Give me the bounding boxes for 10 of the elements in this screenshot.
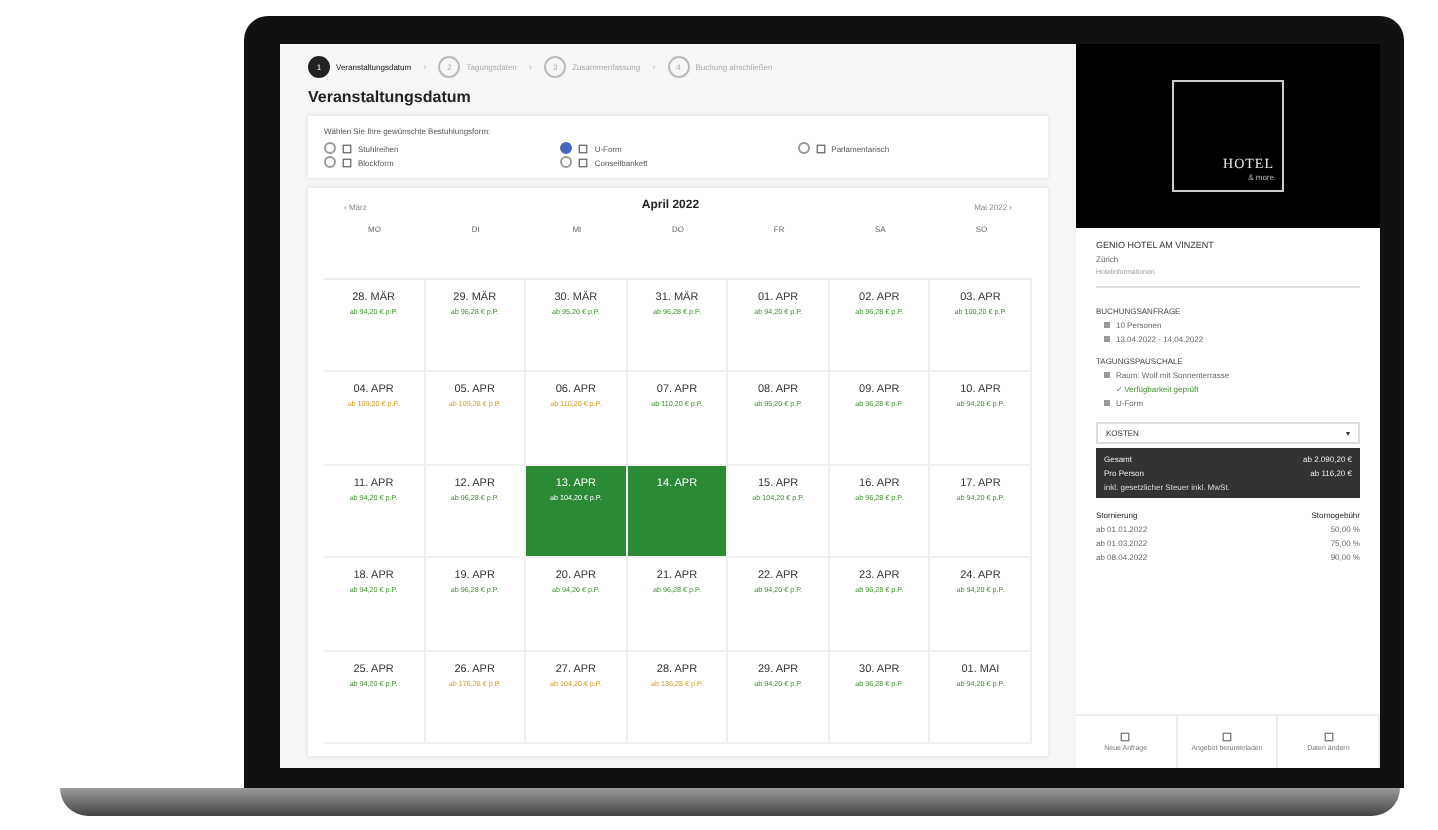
info-icon	[1104, 372, 1110, 378]
radio-button[interactable]	[797, 142, 810, 154]
page-title: Veranstaltungsdatum	[308, 88, 473, 106]
radio-button[interactable]	[560, 142, 573, 154]
info-icon	[1104, 336, 1110, 342]
info-icon	[1104, 400, 1110, 406]
radio-button[interactable]	[324, 156, 336, 168]
radio-button[interactable]	[324, 142, 336, 154]
radio-button[interactable]	[560, 156, 573, 168]
info-icon	[1104, 322, 1110, 328]
